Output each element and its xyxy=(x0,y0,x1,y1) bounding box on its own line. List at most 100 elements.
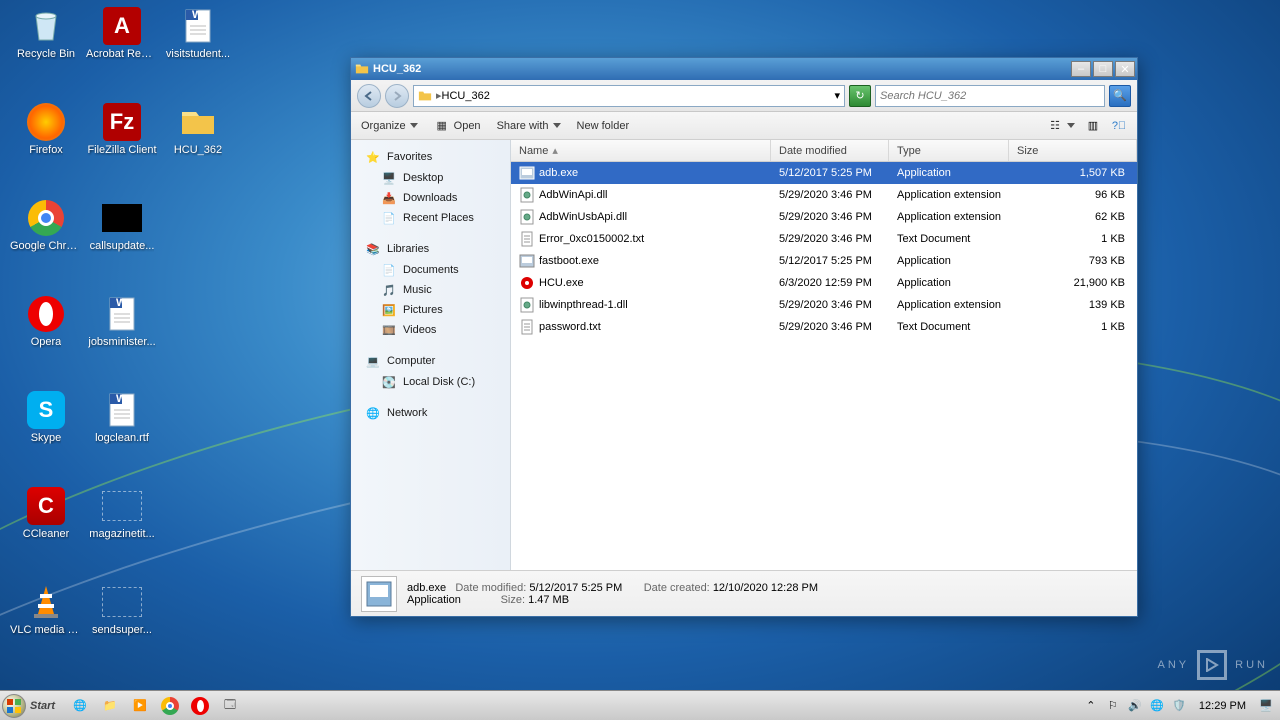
file-icon xyxy=(519,165,535,181)
organize-menu[interactable]: Organize xyxy=(361,120,418,132)
nav-network[interactable]: 🌐Network xyxy=(351,402,510,424)
maximize-button[interactable]: □ xyxy=(1093,61,1113,77)
desktop-icon-firefox[interactable]: Firefox xyxy=(10,102,82,156)
svg-text:W: W xyxy=(116,393,127,405)
nav-libraries[interactable]: 📚Libraries xyxy=(351,238,510,260)
new-folder-button[interactable]: New folder xyxy=(577,120,630,132)
column-size[interactable]: Size xyxy=(1009,140,1137,161)
ccleaner-icon: C xyxy=(26,486,66,526)
desktop-icon-callsupdate-[interactable]: callsupdate... xyxy=(86,198,158,252)
desktop-icon-sendsuper-[interactable]: sendsuper... xyxy=(86,582,158,636)
details-filename: adb.exe xyxy=(407,582,446,594)
navigation-pane: ⭐Favorites 🖥️Desktop 📥Downloads 📄Recent … xyxy=(351,140,511,570)
taskbar-chrome[interactable] xyxy=(158,694,182,718)
refresh-button[interactable]: ↻ xyxy=(849,85,871,107)
column-date[interactable]: Date modified xyxy=(771,140,889,161)
address-bar[interactable]: ▸ HCU_362 ▾ xyxy=(413,85,845,107)
tray-network-icon[interactable]: 🌐 xyxy=(1149,698,1165,714)
nav-desktop[interactable]: 🖥️Desktop xyxy=(351,168,510,188)
file-row[interactable]: password.txt5/29/2020 3:46 PMText Docume… xyxy=(511,316,1137,338)
nav-documents[interactable]: 📄Documents xyxy=(351,260,510,280)
desktop-icon-acrobat-reader-dc[interactable]: AAcrobat Reader DC xyxy=(86,6,158,60)
folder-icon xyxy=(178,102,218,142)
taskbar-explorer[interactable]: 📁 xyxy=(98,694,122,718)
taskbar-opera[interactable] xyxy=(188,694,212,718)
nav-downloads[interactable]: 📥Downloads xyxy=(351,188,510,208)
nav-local-disk[interactable]: 💽Local Disk (C:) xyxy=(351,372,510,392)
view-menu[interactable]: ☷ xyxy=(1047,118,1075,134)
file-row[interactable]: HCU.exe6/3/2020 12:59 PMApplication21,90… xyxy=(511,272,1137,294)
title-bar[interactable]: HCU_362 ‒ □ ✕ xyxy=(351,58,1137,80)
nav-computer[interactable]: 💻Computer xyxy=(351,350,510,372)
desktop-icon-ccleaner[interactable]: CCCleaner xyxy=(10,486,82,540)
desktop-icon: 🖥️ xyxy=(381,170,397,186)
address-dropdown-icon[interactable]: ▾ xyxy=(834,89,840,102)
help-icon[interactable]: ?⃝ xyxy=(1111,118,1127,134)
nav-recent[interactable]: 📄Recent Places xyxy=(351,208,510,228)
folder-icon xyxy=(418,89,432,103)
nav-pictures[interactable]: 🖼️Pictures xyxy=(351,300,510,320)
share-menu[interactable]: Share with xyxy=(497,120,561,132)
search-button[interactable]: 🔍 xyxy=(1109,85,1131,107)
file-icon xyxy=(519,319,535,335)
tray-flag-icon[interactable]: ⚐ xyxy=(1105,698,1121,714)
start-orb-icon xyxy=(2,694,26,718)
network-icon: 🌐 xyxy=(365,405,381,421)
desktop-icon-magazinetit-[interactable]: magazinetit... xyxy=(86,486,158,540)
file-icon xyxy=(519,297,535,313)
computer-icon: 💻 xyxy=(365,353,381,369)
nav-favorites[interactable]: ⭐Favorites xyxy=(351,146,510,168)
minimize-button[interactable]: ‒ xyxy=(1071,61,1091,77)
details-type: Application xyxy=(407,594,461,606)
taskbar-clock[interactable]: 12:29 PM xyxy=(1193,700,1252,712)
desktop-icon-visitstudent-[interactable]: Wvisitstudent... xyxy=(162,6,234,60)
file-icon xyxy=(519,275,535,291)
nav-videos[interactable]: 🎞️Videos xyxy=(351,320,510,340)
taskbar-media[interactable]: ▶️ xyxy=(128,694,152,718)
desktop-icon-vlc-media-player[interactable]: VLC media player xyxy=(10,582,82,636)
desktop-icon-logclean-rtf[interactable]: Wlogclean.rtf xyxy=(86,390,158,444)
forward-button[interactable] xyxy=(385,84,409,108)
desktop-icon-google-chrome[interactable]: Google Chrome xyxy=(10,198,82,252)
open-button[interactable]: ▦Open xyxy=(434,118,481,134)
tray-expand-icon[interactable]: ⌃ xyxy=(1083,698,1099,714)
column-name[interactable]: Name ▴ xyxy=(511,140,771,161)
desktop-icon-hcu-362[interactable]: HCU_362 xyxy=(162,102,234,156)
tray-shield-icon[interactable]: 🛡️ xyxy=(1171,698,1187,714)
file-row[interactable]: libwinpthread-1.dll5/29/2020 3:46 PMAppl… xyxy=(511,294,1137,316)
start-button[interactable]: Start xyxy=(0,692,65,720)
file-row[interactable]: AdbWinUsbApi.dll5/29/2020 3:46 PMApplica… xyxy=(511,206,1137,228)
tray-monitor-icon[interactable]: 🖥️ xyxy=(1258,698,1274,714)
library-icon: 📚 xyxy=(365,241,381,257)
file-icon xyxy=(519,253,535,269)
svg-text:W: W xyxy=(192,9,203,21)
file-list: adb.exe5/12/2017 5:25 PMApplication1,507… xyxy=(511,162,1137,338)
star-icon: ⭐ xyxy=(365,149,381,165)
svg-text:W: W xyxy=(116,297,127,309)
desktop-icon-recycle-bin[interactable]: Recycle Bin xyxy=(10,6,82,60)
nav-music[interactable]: 🎵Music xyxy=(351,280,510,300)
back-button[interactable] xyxy=(357,84,381,108)
search-box[interactable] xyxy=(875,85,1105,107)
skype-icon: S xyxy=(26,390,66,430)
doc-icon: W xyxy=(178,6,218,46)
column-type[interactable]: Type xyxy=(889,140,1009,161)
desktop-icon-skype[interactable]: SSkype xyxy=(10,390,82,444)
close-button[interactable]: ✕ xyxy=(1115,61,1135,77)
file-row[interactable]: fastboot.exe5/12/2017 5:25 PMApplication… xyxy=(511,250,1137,272)
preview-pane-icon[interactable]: ▥ xyxy=(1085,118,1101,134)
taskbar-ie[interactable]: 🌐 xyxy=(68,694,92,718)
window-title: HCU_362 xyxy=(373,63,1069,75)
file-row[interactable]: Error_0xc0150002.txt5/29/2020 3:46 PMTex… xyxy=(511,228,1137,250)
tray-volume-icon[interactable]: 🔊 xyxy=(1127,698,1143,714)
desktop-icon-jobsminister-[interactable]: Wjobsminister... xyxy=(86,294,158,348)
opera-icon xyxy=(26,294,66,334)
file-row[interactable]: adb.exe5/12/2017 5:25 PMApplication1,507… xyxy=(511,162,1137,184)
explorer-window: HCU_362 ‒ □ ✕ ▸ HCU_362 ▾ ↻ 🔍 Organize ▦… xyxy=(350,57,1138,617)
desktop-icon-opera[interactable]: Opera xyxy=(10,294,82,348)
search-input[interactable] xyxy=(880,90,1100,102)
taskbar: Start 🌐 📁 ▶️ 🗔 ⌃ ⚐ 🔊 🌐 🛡️ 12:29 PM 🖥️ xyxy=(0,690,1280,720)
taskbar-app[interactable]: 🗔 xyxy=(218,694,242,718)
desktop-icon-filezilla-client[interactable]: FzFileZilla Client xyxy=(86,102,158,156)
file-row[interactable]: AdbWinApi.dll5/29/2020 3:46 PMApplicatio… xyxy=(511,184,1137,206)
